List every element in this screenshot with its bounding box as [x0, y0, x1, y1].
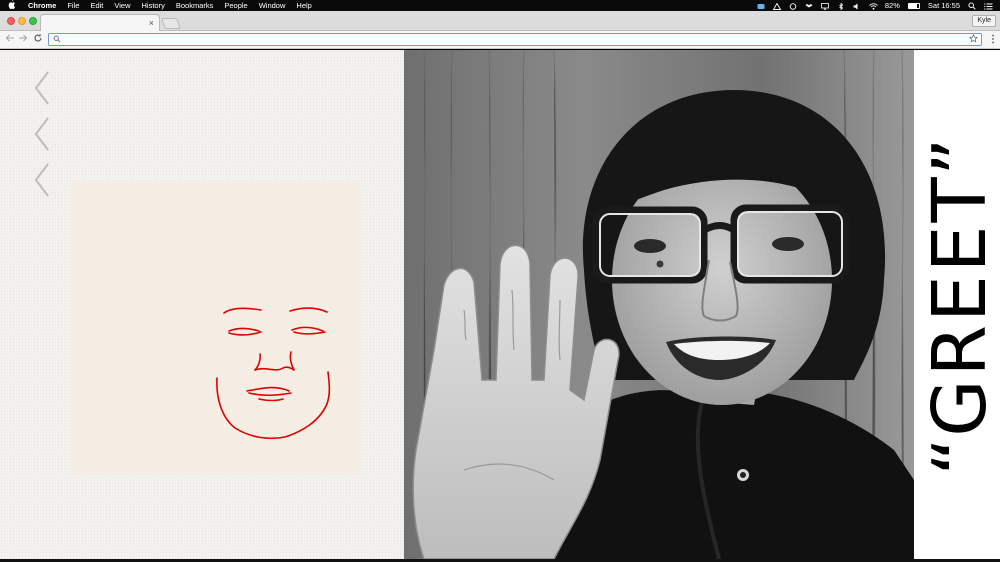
chevron-left-icon[interactable] [33, 162, 51, 198]
menu-help[interactable]: Help [296, 0, 311, 11]
menu-file[interactable]: File [67, 0, 79, 11]
webcam-photo-image [404, 50, 914, 559]
page-content: “GREET” [0, 50, 1000, 559]
address-bar[interactable] [48, 33, 982, 46]
chevron-left-icon[interactable] [33, 116, 51, 152]
browser-toolbar [0, 31, 1000, 49]
face-sketch [216, 307, 331, 440]
menu-chrome[interactable]: Chrome [28, 0, 56, 11]
window-minimize-button[interactable] [18, 17, 26, 25]
search-icon [53, 35, 61, 46]
dropbox-box-icon[interactable] [805, 2, 813, 9]
label-panel: “GREET” [914, 50, 1000, 559]
dropbox-icon[interactable] [757, 2, 765, 9]
browser-tab[interactable]: × [40, 14, 160, 31]
bluetooth-icon[interactable] [837, 2, 845, 11]
menu-bar: Chrome File Edit View History Bookmarks … [0, 0, 1000, 11]
volume-icon[interactable] [853, 2, 861, 10]
window-close-button[interactable] [7, 17, 15, 25]
chevron-left-icon[interactable] [33, 70, 51, 106]
chrome-menu-icon[interactable] [991, 34, 995, 48]
profile-button[interactable]: Kyle [972, 15, 996, 27]
wifi-icon[interactable] [869, 2, 878, 10]
forward-arrow-icon[interactable] [17, 33, 29, 46]
drawing-panel [0, 50, 404, 559]
menu-window[interactable]: Window [259, 0, 286, 11]
status-area: 82% Sat 16:55 [757, 0, 993, 11]
menu-edit[interactable]: Edit [90, 0, 103, 11]
battery-percent: 82% [884, 1, 900, 10]
airplay-icon[interactable] [820, 2, 829, 10]
webcam-photo [404, 50, 914, 559]
new-tab-button[interactable] [160, 18, 182, 29]
notification-center-icon[interactable] [984, 2, 993, 10]
menu-people[interactable]: People [224, 0, 247, 11]
menu-history[interactable]: History [142, 0, 165, 11]
gesture-word: “GREET” [917, 134, 1000, 475]
reload-icon[interactable] [32, 33, 44, 46]
menu-bookmarks[interactable]: Bookmarks [176, 0, 214, 11]
spotlight-icon[interactable] [968, 2, 976, 10]
back-arrow-icon[interactable] [4, 33, 16, 46]
sync-icon[interactable] [789, 2, 797, 10]
tab-strip: × Kyle [0, 11, 1000, 31]
drive-icon[interactable] [772, 2, 782, 10]
menu-view[interactable]: View [114, 0, 130, 11]
apple-icon[interactable] [8, 0, 18, 11]
window-fullscreen-button[interactable] [29, 17, 37, 25]
tab-close-icon[interactable]: × [149, 17, 154, 29]
clock[interactable]: Sat 16:55 [928, 0, 960, 11]
drawing-canvas[interactable] [71, 182, 363, 474]
battery-icon[interactable] [907, 2, 920, 9]
bookmark-star-icon[interactable] [968, 33, 979, 46]
address-input[interactable] [63, 34, 963, 45]
